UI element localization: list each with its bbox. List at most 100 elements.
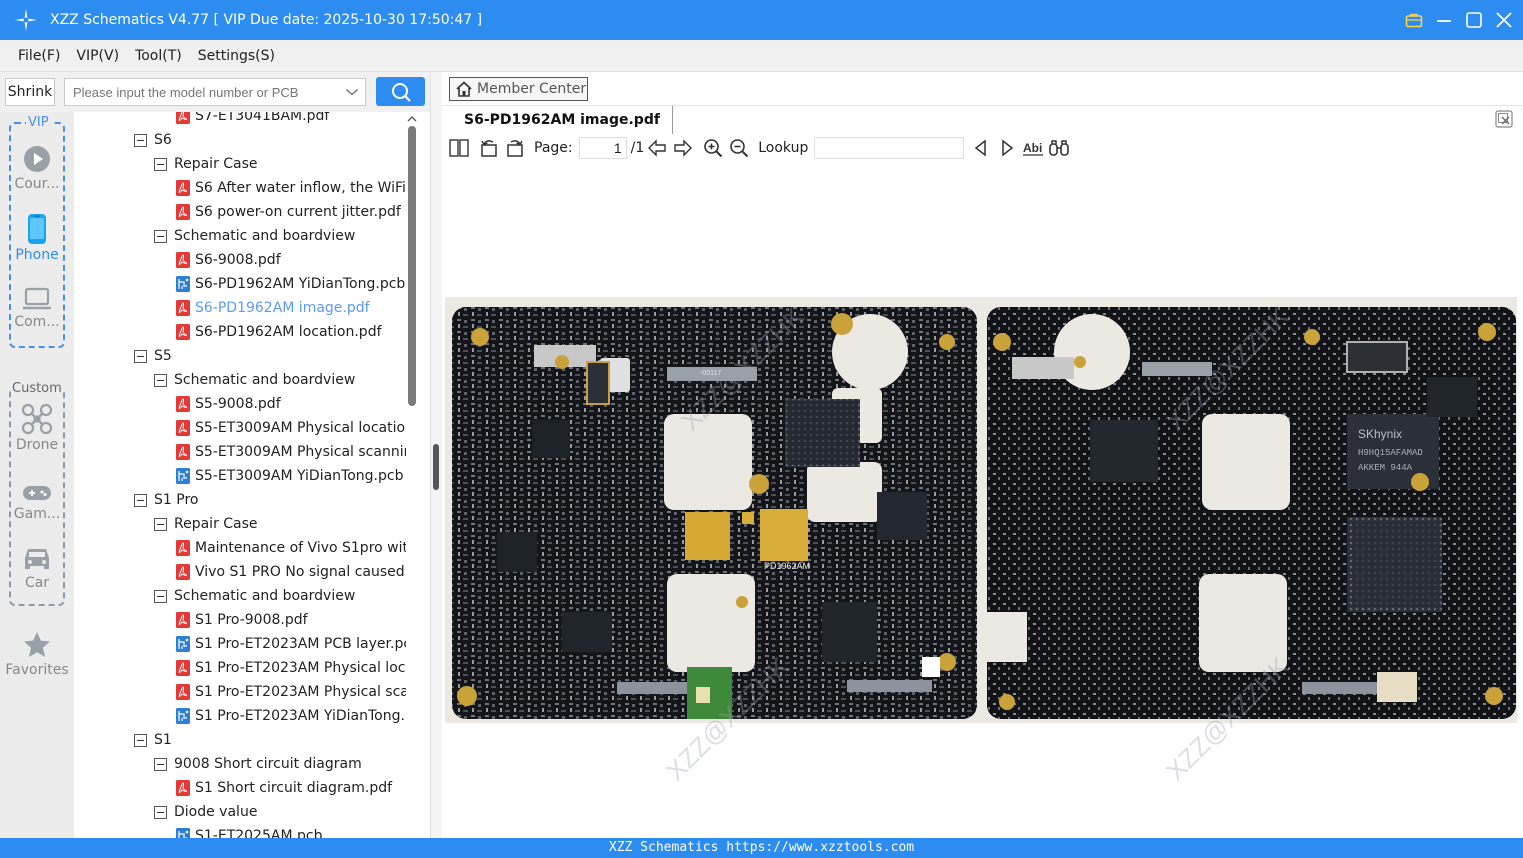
tree-scrollbar[interactable] xyxy=(407,112,417,838)
nav-phone[interactable]: Phone xyxy=(0,213,74,263)
collapse-toggle-icon[interactable] xyxy=(154,589,167,603)
nav-drone[interactable]: Drone xyxy=(0,403,74,453)
collapse-toggle-icon[interactable] xyxy=(134,733,147,747)
nav-computer[interactable]: Com... xyxy=(0,286,74,330)
tree-file-pdf[interactable]: Vivo S1 PRO No signal caused b xyxy=(176,560,406,584)
play-circle-icon xyxy=(24,146,50,172)
pdf-file-icon xyxy=(176,780,190,796)
tree-folder[interactable]: Schematic and boardview xyxy=(154,224,355,248)
pcb-file-icon xyxy=(176,468,190,484)
close-tab-icon[interactable] xyxy=(1495,110,1513,128)
close-button[interactable] xyxy=(1495,11,1513,29)
tree-item-label: S1 Pro-ET2023AM Physical loca xyxy=(195,660,406,676)
tree-folder[interactable]: Repair Case xyxy=(154,152,258,176)
menu-settings[interactable]: Settings(S) xyxy=(190,40,283,72)
nav-courses-label: Cour... xyxy=(14,176,60,192)
nav-courses[interactable]: Cour... xyxy=(0,144,74,192)
tree-file-pdf[interactable]: S6-PD1962AM location.pdf xyxy=(176,320,382,344)
tree-file-pdf[interactable]: S5-ET3009AM Physical scanning xyxy=(176,440,406,464)
tree-item-label: S6 xyxy=(154,132,172,148)
tree-item-label: S5-ET3009AM Physical scanning xyxy=(195,444,406,460)
minimize-button[interactable] xyxy=(1435,11,1453,29)
search-input[interactable] xyxy=(73,80,341,104)
tree-file-pdf[interactable]: Maintenance of Vivo S1pro with xyxy=(176,536,406,560)
nav-car[interactable]: Car xyxy=(0,545,74,591)
panel-splitter[interactable] xyxy=(430,72,442,838)
menu-bar: File(F) VIP(V) Tool(T) Settings(S) xyxy=(0,40,1523,72)
status-footer: XZZ Schematics https://www.xzztools.com xyxy=(0,838,1523,858)
tree-file-pcb[interactable]: S1 Pro-ET2023AM YiDianTong.pcb xyxy=(176,704,406,728)
tree-item-label: S6-9008.pdf xyxy=(195,252,281,268)
find-prev-icon[interactable] xyxy=(970,137,992,159)
collapse-toggle-icon[interactable] xyxy=(154,757,167,771)
tree-file-pcb[interactable]: S5-ET3009AM YiDianTong.pcb xyxy=(176,464,403,488)
collapse-toggle-icon[interactable] xyxy=(154,373,167,387)
nav-phone-label: Phone xyxy=(15,247,59,263)
collapse-toggle-icon[interactable] xyxy=(154,229,167,243)
tree-folder[interactable]: Schematic and boardview xyxy=(154,584,355,608)
collapse-toggle-icon[interactable] xyxy=(154,157,167,171)
tree-file-pdf[interactable]: S1 Pro-9008.pdf xyxy=(176,608,308,632)
tree-file-pdf[interactable]: S6 After water inflow, the WiFi s xyxy=(176,176,406,200)
tab-s6-image-pdf[interactable]: S6-PD1962AM image.pdf xyxy=(452,106,673,134)
tree-folder[interactable]: S1 xyxy=(134,728,172,752)
page-number-input[interactable]: 1 xyxy=(578,137,627,159)
zoom-out-icon[interactable] xyxy=(728,137,750,159)
menu-file[interactable]: File(F) xyxy=(10,40,68,72)
shrink-button[interactable]: Shrink xyxy=(5,78,55,106)
rotate-right-icon[interactable] xyxy=(504,137,526,159)
nav-favorites[interactable]: Favorites xyxy=(0,630,74,678)
pdf-file-icon xyxy=(176,180,190,196)
maximize-button[interactable] xyxy=(1465,11,1483,29)
menu-vip[interactable]: VIP(V) xyxy=(68,40,127,72)
splitter-handle-icon[interactable] xyxy=(431,442,441,492)
tree-folder[interactable]: S6 xyxy=(134,128,172,152)
collapse-toggle-icon[interactable] xyxy=(134,133,147,147)
tree-file-pcb[interactable]: S6-PD1962AM YiDianTong.pcb xyxy=(176,272,405,296)
collapse-toggle-icon[interactable] xyxy=(154,805,167,819)
rotate-left-icon[interactable] xyxy=(478,137,500,159)
tree-folder[interactable]: Schematic and boardview xyxy=(154,368,355,392)
tree-file-pcb[interactable]: S1 Pro-ET2023AM PCB layer.pcb xyxy=(176,632,406,656)
next-page-icon[interactable] xyxy=(672,137,694,159)
tree-file-pcb[interactable]: S1-ET2025AM.pcb xyxy=(176,824,322,838)
tree-file-pdf[interactable]: S1 Short circuit diagram.pdf xyxy=(176,776,392,800)
search-combobox[interactable] xyxy=(64,78,366,106)
match-case-icon[interactable]: Abi xyxy=(1022,137,1044,159)
pdf-viewer[interactable]: PD1962AM -00117 SKhynix H9HQ15AFAMAD AKK… xyxy=(442,162,1523,838)
tree-file-pdf[interactable]: S6-9008.pdf xyxy=(176,248,281,272)
tree-file-pdf[interactable]: S1 Pro-ET2023AM Physical loca xyxy=(176,656,406,680)
tree-file-pdf[interactable]: S5-9008.pdf xyxy=(176,392,281,416)
menu-tool[interactable]: Tool(T) xyxy=(127,40,190,72)
prev-page-icon[interactable] xyxy=(646,137,668,159)
tree-folder[interactable]: Diode value xyxy=(154,800,257,824)
two-page-icon[interactable] xyxy=(448,137,470,159)
zoom-in-icon[interactable] xyxy=(702,137,724,159)
chevron-down-icon[interactable] xyxy=(341,80,363,104)
tree-file-pdf[interactable]: S6 power-on current jitter.pdf xyxy=(176,200,401,224)
lookup-input[interactable] xyxy=(814,137,965,159)
tree-folder[interactable]: 9008 Short circuit diagram xyxy=(154,752,362,776)
tree-folder[interactable]: S1 Pro xyxy=(134,488,198,512)
collapse-toggle-icon[interactable] xyxy=(134,493,147,507)
search-button[interactable] xyxy=(376,77,425,106)
tree-item-label: S1 Pro-ET2023AM PCB layer.pcb xyxy=(195,636,406,652)
find-next-icon[interactable] xyxy=(996,137,1018,159)
collapse-toggle-icon[interactable] xyxy=(134,349,147,363)
nav-games[interactable]: Gam... xyxy=(0,482,74,522)
vip-bag-icon[interactable] xyxy=(1405,11,1423,29)
tree-folder[interactable]: Repair Case xyxy=(154,512,258,536)
nav-favorites-label: Favorites xyxy=(5,662,69,678)
tree-file-pdf[interactable]: S1 Pro-ET2023AM Physical scan xyxy=(176,680,406,704)
member-center-button[interactable]: Member Center xyxy=(449,77,588,101)
tree-folder[interactable]: S5 xyxy=(134,344,172,368)
tree-file-pdf[interactable]: S6-PD1962AM image.pdf xyxy=(176,296,370,320)
tree-file-pdf[interactable]: S5-ET3009AM Physical location xyxy=(176,416,406,440)
collapse-toggle-icon[interactable] xyxy=(154,517,167,531)
tree-scroll-thumb[interactable] xyxy=(408,126,416,406)
scroll-up-icon[interactable] xyxy=(407,114,417,124)
search-toolbar: Shrink xyxy=(0,72,430,112)
binoculars-icon[interactable] xyxy=(1048,137,1070,159)
tree-file-pdf[interactable]: S7-ET3041BAM.pdf xyxy=(176,112,329,128)
pdf-file-icon xyxy=(176,660,190,676)
